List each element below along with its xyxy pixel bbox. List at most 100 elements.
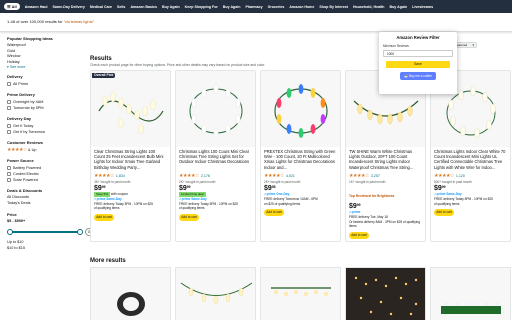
price-fraction: 99 bbox=[441, 185, 446, 190]
price-slider-max-handle[interactable] bbox=[77, 229, 83, 236]
min-reviews-input[interactable]: 1000 bbox=[383, 50, 453, 57]
nav-item[interactable]: Sells bbox=[117, 5, 125, 9]
price-slider[interactable]: Go bbox=[7, 227, 95, 237]
power-checkbox[interactable]: Solar Powered bbox=[7, 177, 83, 183]
nav-item[interactable]: Keep Shopping For bbox=[185, 5, 218, 9]
more-results-heading: More results bbox=[90, 258, 126, 264]
star-rating-icon: ★★★★☆ bbox=[434, 173, 454, 179]
nav-item[interactable]: Amazon Haul bbox=[25, 5, 48, 9]
results-count-bar: 1-48 of over 100,000 results for "christ… bbox=[0, 13, 512, 32]
product-card[interactable]: Christmas Lights Indoor Clear White 70 C… bbox=[430, 70, 511, 242]
product-title[interactable]: PREXTEX Christmas String with Green Wire… bbox=[261, 147, 340, 172]
product-title[interactable]: Christmas Lights 100 Count Mini Clear Ch… bbox=[176, 147, 255, 172]
product-card[interactable]: PREXTEX Christmas String with Green Wire… bbox=[260, 70, 341, 242]
review-count: 1,120 bbox=[455, 174, 465, 178]
reviews-heading: Customer Reviews bbox=[7, 140, 43, 146]
see-more-label: See more bbox=[9, 65, 26, 70]
product-rating[interactable]: ★★★★☆ 1,120 bbox=[431, 172, 510, 180]
product-card[interactable]: Overall Pick Clear Christmas String Light… bbox=[90, 70, 171, 242]
checkbox-label: All Prime bbox=[13, 82, 29, 87]
hamburger-icon: ☰ bbox=[7, 4, 11, 9]
more-result-card[interactable] bbox=[260, 267, 341, 320]
coffee-icon: ☕ bbox=[404, 74, 409, 78]
checkbox-icon bbox=[7, 124, 11, 129]
overall-pick-badge: Overall Pick bbox=[92, 73, 116, 78]
nav-item[interactable]: Amazon Basics bbox=[130, 5, 157, 9]
nav-item[interactable]: Pharmacy bbox=[245, 5, 262, 9]
add-to-cart-button[interactable]: Add to cart bbox=[94, 213, 114, 221]
price-slider-track bbox=[9, 231, 83, 234]
nav-item[interactable]: Shop By Interest bbox=[319, 5, 348, 9]
price-whole: $9 bbox=[179, 185, 187, 193]
price-link[interactable]: $10 to $15 bbox=[7, 246, 83, 252]
checkbox-icon bbox=[7, 172, 11, 177]
nav-item[interactable]: Medical Care bbox=[90, 5, 112, 9]
more-result-card[interactable] bbox=[345, 267, 426, 320]
product-image[interactable] bbox=[176, 71, 255, 147]
product-card[interactable]: Christmas Lights 100 Count Mini Clear Ch… bbox=[175, 70, 256, 242]
see-more-link[interactable]: ▾ See more bbox=[7, 65, 83, 69]
delivery-day-checkbox[interactable]: Get It by Tomorrow bbox=[7, 129, 83, 135]
price-fraction: 99 bbox=[186, 185, 191, 190]
more-result-card[interactable] bbox=[430, 267, 511, 320]
more-result-card[interactable] bbox=[90, 267, 171, 320]
nav-item[interactable]: Groceries bbox=[268, 5, 285, 9]
min-reviews-label: Minimum Reviews bbox=[383, 44, 409, 48]
price-heading: Price bbox=[7, 211, 17, 217]
product-photo bbox=[98, 91, 164, 135]
product-title[interactable]: TW SHINE Warm White Christmas Lights Out… bbox=[346, 147, 425, 172]
add-to-cart-button[interactable]: Add to cart bbox=[179, 213, 199, 221]
delivery-info-2: of qualifying items bbox=[179, 206, 205, 211]
product-price: $999 bbox=[431, 184, 510, 192]
nav-item[interactable]: Buy Again bbox=[162, 5, 180, 9]
checkbox-icon bbox=[7, 130, 11, 135]
more-result-card[interactable] bbox=[175, 267, 256, 320]
reviews-filter[interactable]: ★★★★☆ & Up bbox=[7, 147, 83, 153]
product-title[interactable]: Clear Christmas String Lights 100 Count … bbox=[91, 147, 170, 172]
review-filter-popup: Amazon Review Filter Minimum Reviews 100… bbox=[379, 32, 457, 94]
product-image[interactable]: Overall Pick bbox=[91, 71, 170, 147]
product-rating[interactable]: ★★★★☆ 4,021 bbox=[261, 172, 340, 180]
reviews-up-label: & Up bbox=[27, 148, 37, 153]
product-rating[interactable]: ★★★★☆ 2,176 bbox=[176, 172, 255, 180]
checkbox-label: Get It by Tomorrow bbox=[13, 130, 46, 135]
nav-item[interactable]: Same-Day Delivery bbox=[52, 5, 84, 9]
product-photo bbox=[274, 84, 328, 138]
checkbox-icon bbox=[7, 106, 11, 111]
delivery-info-2: of qualifying items bbox=[434, 201, 460, 206]
buy-coffee-label: Buy me a coffee bbox=[408, 74, 432, 78]
add-to-cart-button[interactable]: Add to cart bbox=[349, 231, 369, 239]
chevron-down-icon: ▾ bbox=[472, 43, 474, 47]
prime-checkbox[interactable]: Tomorrow by 5PM bbox=[7, 105, 83, 111]
deals-item[interactable]: Today's Deals bbox=[7, 201, 83, 207]
nav-item[interactable]: Livestreams bbox=[412, 5, 433, 9]
nav-item[interactable]: Buy Again bbox=[390, 5, 408, 9]
results-count: 1-48 of over 100,000 results for bbox=[7, 19, 63, 24]
product-photo bbox=[189, 84, 243, 138]
price-slider-min-handle[interactable] bbox=[7, 229, 13, 236]
price-whole: $9 bbox=[434, 185, 442, 193]
delivery-checkbox[interactable]: All Prime bbox=[7, 81, 83, 87]
save-button[interactable]: Save bbox=[386, 61, 450, 68]
price-whole: $9 bbox=[264, 185, 272, 193]
nav-item[interactable]: Buy Again bbox=[223, 5, 241, 9]
buy-coffee-button[interactable]: ☕ Buy me a coffee bbox=[400, 72, 436, 80]
all-menu-button[interactable]: ☰ All bbox=[4, 3, 20, 10]
product-rating[interactable]: ★★★★☆ 3,257 bbox=[346, 172, 425, 180]
product-rating[interactable]: ★★★★☆ 1,834 bbox=[91, 172, 170, 180]
top-nav: ☰ All Amazon Haul Same-Day Delivery Medi… bbox=[0, 0, 512, 13]
delivery-heading: Delivery bbox=[7, 74, 23, 80]
product-price: $999 bbox=[176, 184, 255, 192]
deals-heading: Deals & Discounts bbox=[7, 188, 43, 194]
star-rating-icon: ★★★★☆ bbox=[264, 173, 284, 179]
add-to-cart-button[interactable]: Add to cart bbox=[264, 209, 284, 217]
product-card[interactable]: TW SHINE Warm White Christmas Lights Out… bbox=[345, 70, 426, 242]
results-query: "christmas lights" bbox=[63, 19, 95, 24]
price-fraction: 99 bbox=[101, 185, 106, 190]
review-count: 3,257 bbox=[370, 174, 380, 178]
add-to-cart-button[interactable]: Add to cart bbox=[434, 209, 454, 217]
product-title[interactable]: Christmas Lights Indoor Clear White 70 C… bbox=[431, 147, 510, 172]
nav-item[interactable]: Household, Health bbox=[353, 5, 385, 9]
product-image[interactable] bbox=[261, 71, 340, 147]
nav-item[interactable]: Amazon Home bbox=[289, 5, 314, 9]
